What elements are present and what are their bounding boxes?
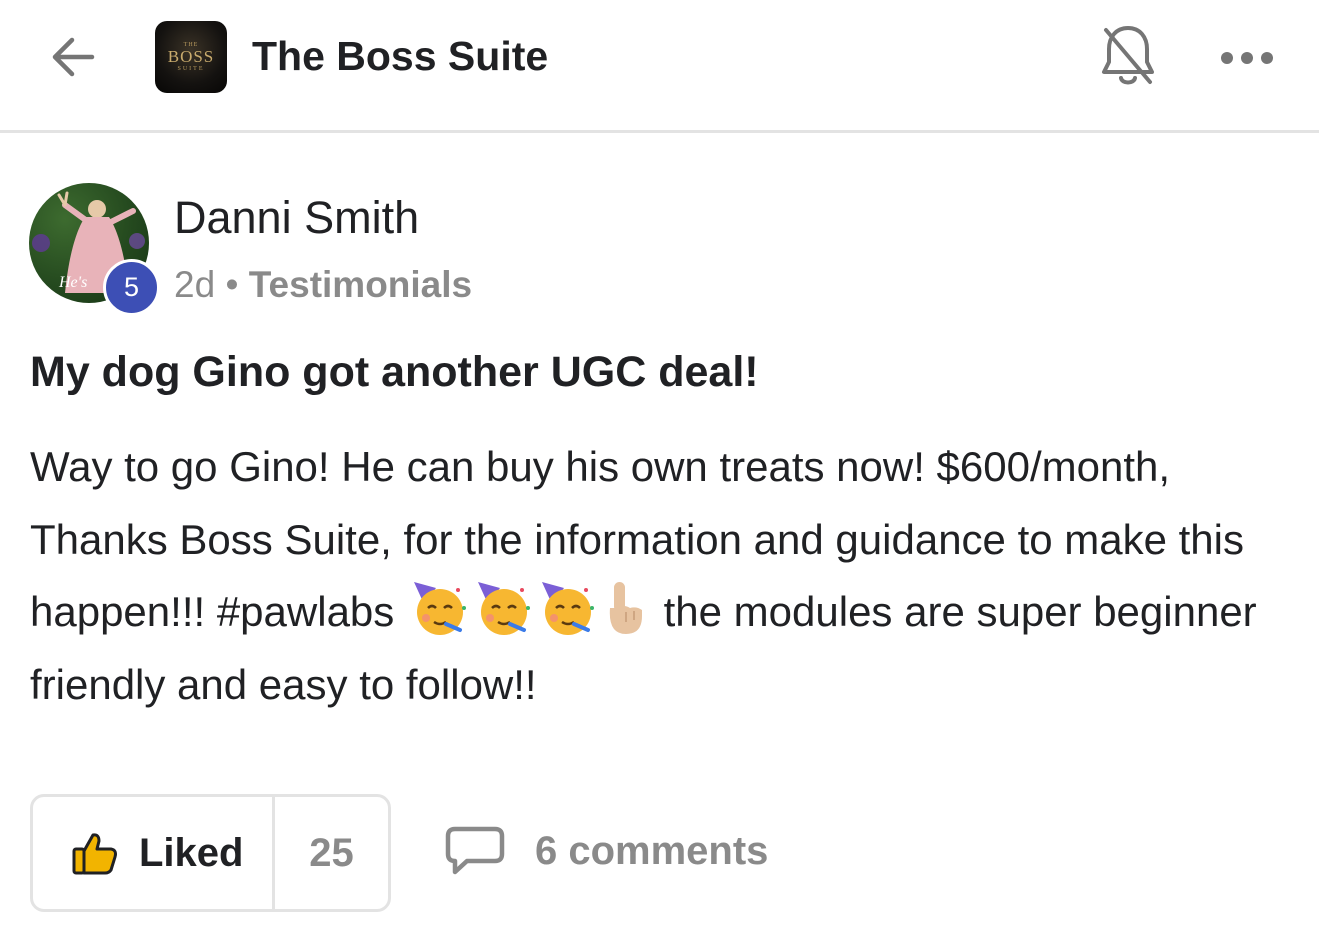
partying-face-icon <box>541 582 594 635</box>
logo-main-text: BOSS <box>167 47 215 66</box>
post-title: My dog Gino got another UGC deal! <box>30 348 759 396</box>
partying-face-icon <box>477 582 530 635</box>
pointing-up-icon <box>609 582 642 634</box>
more-horizontal-icon <box>1221 52 1273 64</box>
category-link[interactable]: Testimonials <box>249 264 472 305</box>
like-label: Liked <box>139 830 244 875</box>
bell-off-icon <box>1102 26 1154 85</box>
author-name[interactable]: Danni Smith <box>174 190 419 246</box>
arrow-left-icon <box>52 37 95 77</box>
like-control: Liked 25 <box>30 794 391 912</box>
post-meta: 2d • Testimonials <box>174 262 472 308</box>
partying-face-icon <box>413 582 466 635</box>
comments-label: 6 comments <box>535 828 769 873</box>
like-button[interactable]: Liked <box>33 797 275 909</box>
group-title[interactable]: The Boss Suite <box>252 30 548 82</box>
thumbs-up-icon <box>72 833 117 875</box>
logo-sub-text: SUITE <box>177 66 205 72</box>
notifications-button[interactable] <box>1098 22 1158 90</box>
post-time: 2d <box>174 264 216 305</box>
back-button[interactable] <box>44 28 102 86</box>
top-bar: THE BOSS SUITE The Boss Suite <box>0 0 1319 133</box>
more-options-button[interactable] <box>1215 38 1279 78</box>
like-count[interactable]: 25 <box>275 797 388 909</box>
emoji-group <box>410 578 648 638</box>
svg-text:He's: He's <box>58 274 87 291</box>
meta-separator: • <box>225 264 239 305</box>
post-body: Way to go Gino! He can buy his own treat… <box>30 431 1300 721</box>
level-badge: 5 <box>103 259 160 316</box>
group-logo[interactable]: THE BOSS SUITE <box>155 21 227 93</box>
comments-button[interactable]: 6 comments <box>445 826 768 876</box>
author-avatar[interactable]: He's 5 <box>29 183 161 316</box>
comment-icon <box>445 826 505 875</box>
